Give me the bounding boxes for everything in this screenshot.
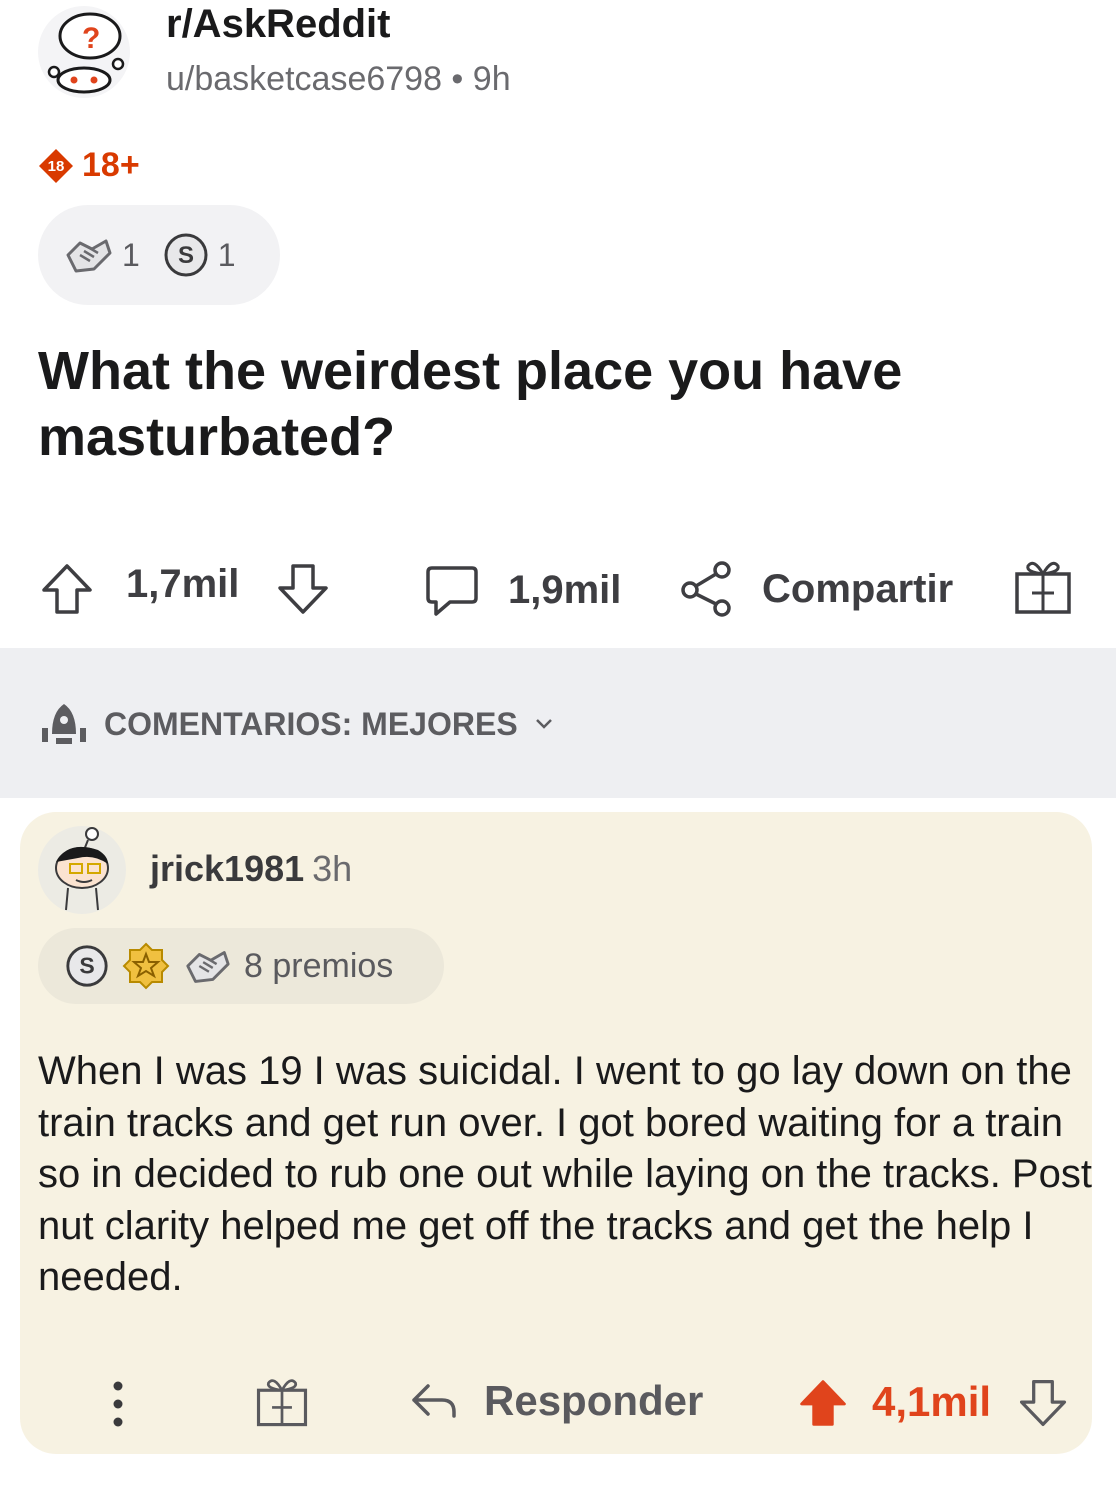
downvote-arrow-icon	[1019, 1379, 1067, 1427]
gift-icon	[1015, 561, 1071, 614]
comment-sort-selector[interactable]: COMENTARIOS: MEJORES	[38, 700, 556, 748]
comment-awards[interactable]: S 8 premios	[38, 928, 444, 1004]
svg-text:S: S	[178, 242, 194, 269]
svg-text:18: 18	[48, 158, 65, 175]
award-button[interactable]	[1012, 556, 1074, 618]
nsfw-label: 18+	[82, 146, 140, 184]
svg-text:S: S	[79, 953, 94, 979]
silver-award-icon: S	[66, 945, 108, 987]
nsfw-tag: 18 18+	[38, 146, 140, 185]
post-score: 1,7mil	[126, 562, 240, 606]
wholesome-handshake-icon	[66, 239, 112, 273]
comment-author[interactable]: jrick1981 3h	[150, 848, 352, 890]
chevron-down-icon	[535, 719, 552, 729]
reply-arrow-icon	[412, 1384, 456, 1418]
post-author-time[interactable]: u/basketcase6798 • 9h	[166, 60, 511, 99]
award-comment-button[interactable]	[254, 1374, 310, 1430]
nsfw-badge-icon: 18	[39, 148, 73, 183]
silver-award-icon: S	[164, 233, 208, 277]
post-awards[interactable]: 1 S 1	[38, 205, 280, 305]
share-label: Compartir	[762, 566, 954, 611]
comment-username[interactable]: jrick1981	[150, 848, 304, 889]
downvote-button[interactable]	[274, 560, 332, 618]
comment-downvote-button[interactable]	[1016, 1376, 1070, 1430]
reply-button[interactable]: Responder	[408, 1376, 703, 1426]
upvote-arrow-icon	[42, 564, 92, 614]
sort-label: COMENTARIOS: MEJORES	[104, 705, 518, 742]
comment-score: 4,1mil	[872, 1378, 992, 1425]
wholesome-handshake-icon	[186, 951, 230, 983]
comment-upvote-button[interactable]	[796, 1376, 850, 1430]
upvote-arrow-filled-icon	[800, 1380, 846, 1426]
gold-award-icon	[122, 942, 170, 990]
post-title[interactable]: What the weirdest place you have masturb…	[38, 338, 1038, 470]
commenter-avatar[interactable]	[38, 826, 126, 914]
askreddit-logo-icon: ?	[47, 12, 125, 94]
comment-count: 1,9mil	[508, 567, 622, 612]
rocket-icon	[42, 704, 86, 744]
comment-body: When I was 19 I was suicidal. I went to …	[38, 1049, 1092, 1299]
reply-label: Responder	[484, 1377, 704, 1424]
comment-time: 3h	[312, 848, 353, 889]
subreddit-avatar[interactable]: ?	[38, 6, 130, 98]
share-icon	[681, 561, 731, 617]
awards-count-label: 8 premios	[244, 946, 394, 985]
award-count: 1	[122, 236, 140, 273]
upvote-button[interactable]	[38, 560, 96, 618]
comment-action-bar: Responder 4,1mil	[38, 1370, 1078, 1440]
downvote-arrow-icon	[278, 564, 328, 614]
more-vertical-icon	[113, 1381, 123, 1427]
subreddit-name[interactable]: r/AskReddit	[166, 2, 391, 47]
svg-text:?: ?	[82, 22, 100, 55]
gift-icon	[256, 1379, 308, 1427]
comments-button[interactable]: 1,9mil	[422, 560, 621, 620]
post-action-bar: 1,7mil 1,9mil Compartir	[38, 552, 1098, 622]
award-count: 1	[217, 236, 236, 273]
more-options-button[interactable]	[110, 1376, 126, 1432]
comment-bubble-icon	[426, 566, 478, 616]
snoo-avatar-icon	[55, 827, 109, 911]
share-button[interactable]: Compartir	[678, 560, 953, 618]
